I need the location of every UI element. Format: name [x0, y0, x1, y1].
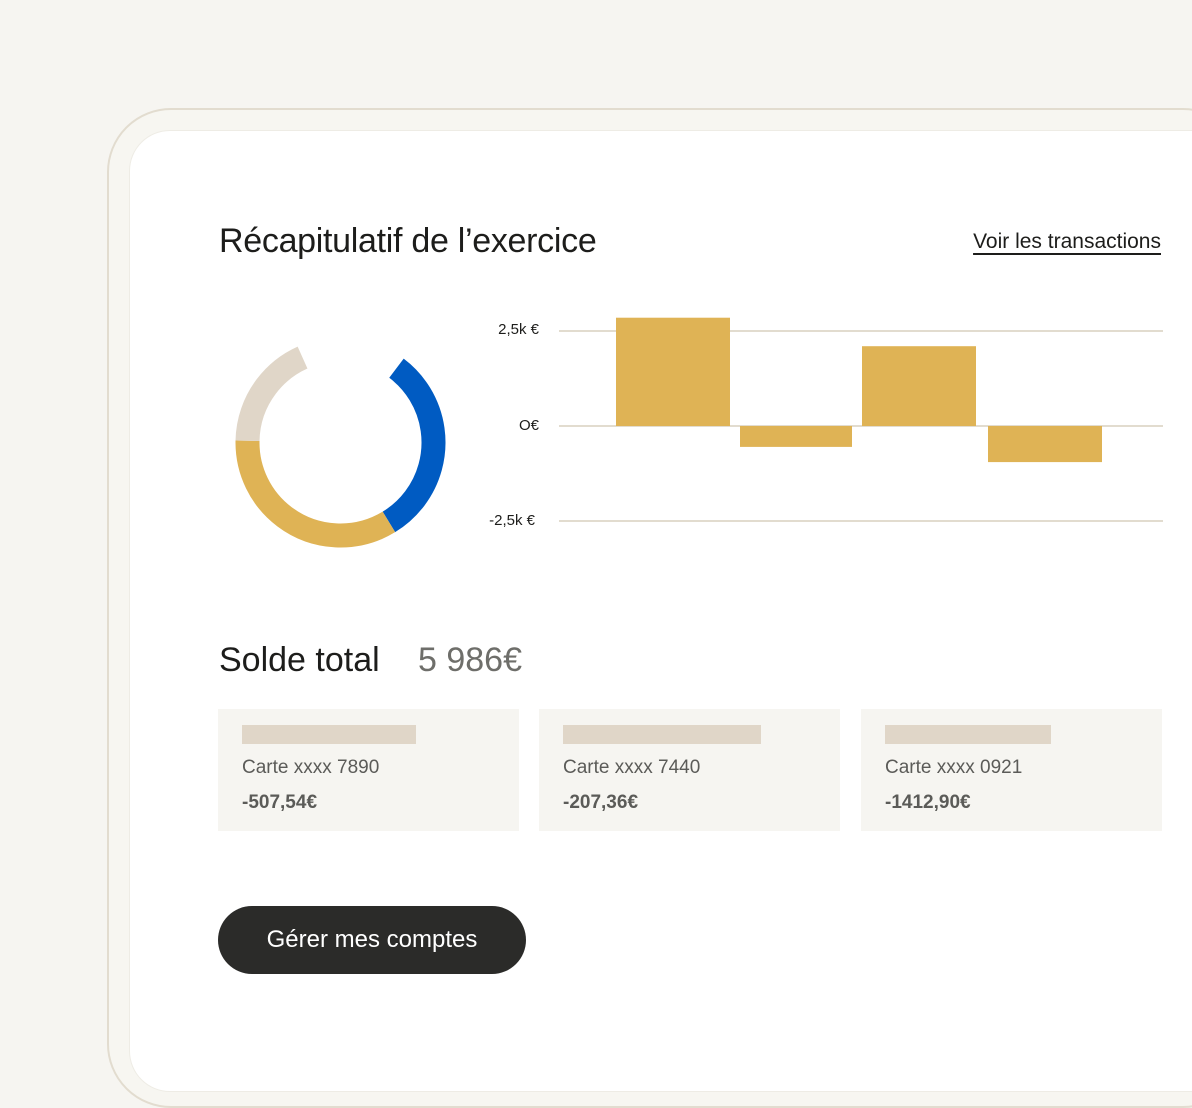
- card-placeholder-bar: [885, 725, 1051, 744]
- account-card[interactable]: Carte xxxx 7440 -207,36€: [539, 709, 840, 831]
- bar-3: [862, 346, 976, 426]
- card-amount: -207,36€: [563, 792, 639, 813]
- y-tick-label: -2,5k €: [489, 512, 535, 529]
- bar-4: [988, 426, 1102, 463]
- balance-label: Solde total: [219, 641, 380, 679]
- card-placeholder-bar: [242, 725, 416, 744]
- card-placeholder-bar: [563, 725, 761, 744]
- donut-chart: [235, 337, 446, 548]
- card-name: Carte xxxx 7890: [242, 757, 380, 778]
- card-amount: -507,54€: [242, 792, 318, 813]
- y-tick-label: O€: [518, 417, 539, 434]
- manage-accounts-button[interactable]: Gérer mes comptes: [218, 906, 526, 974]
- page-title: Récapitulatif de l’exercice: [219, 222, 597, 260]
- account-card[interactable]: Carte xxxx 0921 -1412,90€: [861, 709, 1162, 831]
- bar-2: [740, 426, 852, 447]
- bar-chart: [559, 317, 1163, 522]
- bar-1: [616, 317, 730, 426]
- account-card[interactable]: Carte xxxx 7890 -507,54€: [218, 709, 519, 831]
- view-transactions-link[interactable]: Voir les transactions: [973, 230, 1161, 254]
- card-amount: -1412,90€: [885, 792, 971, 813]
- balance-value: 5 986€: [418, 641, 522, 679]
- y-tick-label: 2,5k €: [498, 321, 539, 338]
- card-name: Carte xxxx 7440: [563, 757, 701, 778]
- card-name: Carte xxxx 0921: [885, 757, 1023, 778]
